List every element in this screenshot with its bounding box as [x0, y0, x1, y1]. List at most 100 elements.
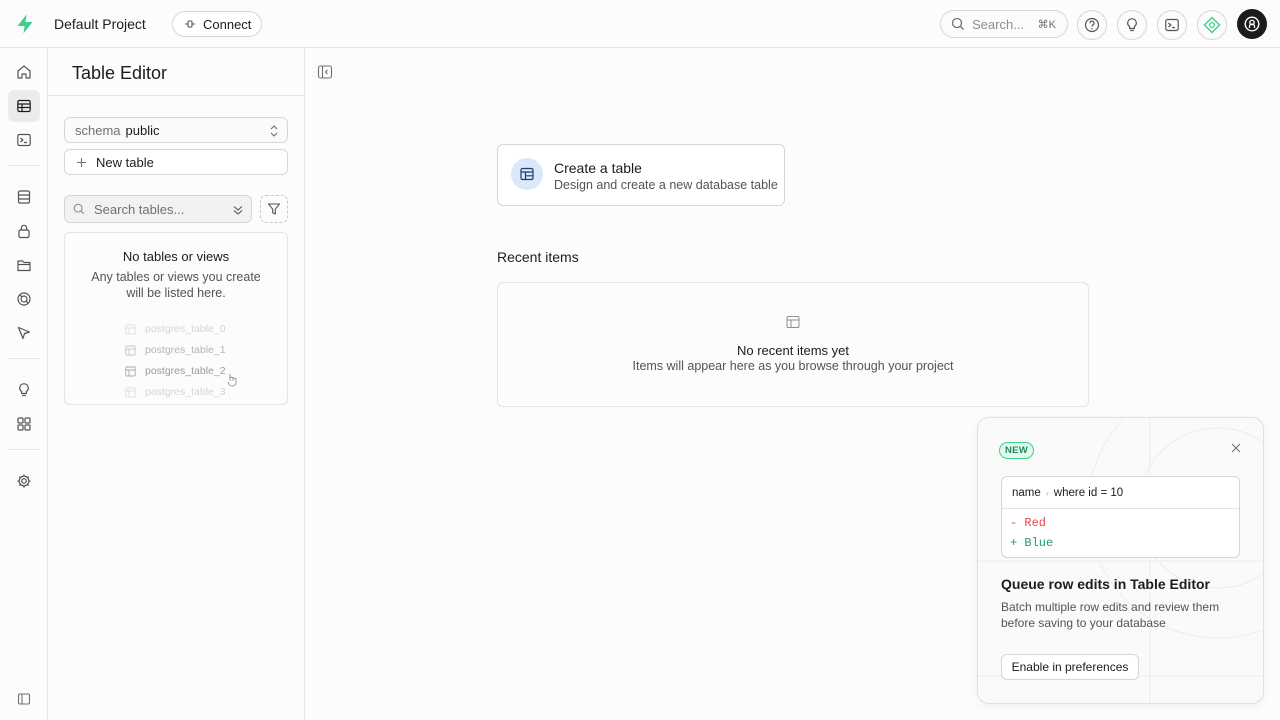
- chevron-right-icon: ›: [1045, 487, 1049, 498]
- recent-empty-subtitle: Items will appear here as you browse thr…: [632, 359, 954, 373]
- settings-icon: [16, 473, 32, 489]
- diff-where: where id = 10: [1053, 486, 1124, 499]
- table-icon: [125, 387, 136, 398]
- diff-column: name: [1012, 486, 1041, 499]
- recent-empty-title: No recent items yet: [737, 343, 849, 358]
- lightbulb-icon: [1124, 17, 1140, 33]
- terminal-button[interactable]: [1157, 10, 1187, 40]
- nav-database[interactable]: [8, 181, 40, 213]
- filter-icon: [267, 202, 281, 216]
- sql-editor-icon: [16, 132, 32, 148]
- feature-preview-button[interactable]: [1117, 10, 1147, 40]
- nav-sql-editor[interactable]: [8, 124, 40, 156]
- new-table-label: New table: [96, 154, 154, 170]
- search-tables-placeholder: Search tables...: [94, 201, 185, 217]
- auth-icon: [16, 223, 32, 239]
- nav-table-editor[interactable]: [8, 90, 40, 122]
- assistant-icon: [1203, 16, 1221, 34]
- schema-label: schema: [75, 122, 121, 138]
- collapse-panel-button[interactable]: [317, 64, 333, 80]
- search-icon: [73, 203, 85, 215]
- nav-integrations[interactable]: [8, 408, 40, 440]
- promo-description: Batch multiple row edits and review them…: [1001, 600, 1220, 630]
- nav-storage[interactable]: [8, 249, 40, 281]
- panel-divider: [48, 95, 304, 96]
- ghost-table-name: postgres_table_3: [145, 386, 226, 398]
- nav-advisors[interactable]: [8, 374, 40, 406]
- empty-tables-state: No tables or views Any tables or views y…: [64, 232, 288, 405]
- nav-collapse[interactable]: [8, 683, 40, 715]
- home-icon: [16, 64, 32, 80]
- create-table-title: Create a table: [554, 160, 642, 176]
- diff-removed-line: - Red: [1010, 516, 1047, 530]
- table-editor-icon: [16, 98, 32, 114]
- create-table-card[interactable]: Create a table Design and create a new d…: [497, 144, 785, 206]
- plus-icon: [76, 157, 87, 168]
- assistant-button[interactable]: [1197, 10, 1227, 40]
- terminal-icon: [1164, 17, 1180, 33]
- ghost-table-item: postgres_table_2: [125, 362, 226, 380]
- plug-icon: [184, 18, 196, 30]
- table-editor-panel: Table Editor schema public New table Sea…: [48, 48, 305, 720]
- feature-promo-card: NEW name › where id = 10 - Red + Blue Qu…: [977, 417, 1264, 704]
- realtime-icon: [16, 291, 32, 307]
- search-icon: [951, 17, 965, 31]
- recent-items-empty-state: No recent items yet Items will appear he…: [497, 282, 1089, 407]
- nav-settings[interactable]: [8, 465, 40, 497]
- table-icon: [786, 315, 800, 329]
- edge-functions-icon: [16, 325, 32, 341]
- cursor-icon: [227, 373, 239, 387]
- create-table-subtitle: Design and create a new database table: [554, 178, 778, 192]
- table-icon: [125, 345, 136, 356]
- panel-left-close-icon: [317, 64, 333, 80]
- enable-in-preferences-button[interactable]: Enable in preferences: [1001, 654, 1139, 680]
- advisors-icon: [16, 382, 32, 398]
- left-navigation: [0, 48, 48, 720]
- global-search-button[interactable]: Search... ⌘K: [940, 10, 1068, 38]
- nav-edge-functions[interactable]: [8, 317, 40, 349]
- integrations-icon: [16, 416, 32, 432]
- ghost-table-name: postgres_table_2: [145, 365, 226, 377]
- promo-title: Queue row edits in Table Editor: [1001, 576, 1210, 592]
- avatar[interactable]: [1237, 9, 1267, 39]
- filter-button[interactable]: [260, 195, 288, 223]
- sidebar-toggle-icon: [17, 692, 31, 706]
- project-name[interactable]: Default Project: [54, 16, 146, 32]
- close-icon[interactable]: [1229, 441, 1243, 455]
- ghost-table-name: postgres_table_1: [145, 344, 226, 356]
- nav-authentication[interactable]: [8, 215, 40, 247]
- help-icon: [1084, 17, 1100, 33]
- nav-home[interactable]: [8, 56, 40, 88]
- diff-header: name › where id = 10: [1002, 477, 1239, 509]
- top-bar: Default Project Connect Search... ⌘K: [0, 0, 1280, 48]
- table-icon: [125, 366, 136, 377]
- global-search-placeholder: Search...: [972, 16, 1025, 32]
- connect-button[interactable]: Connect: [172, 11, 262, 37]
- nav-separator: [8, 449, 40, 450]
- table-icon: [511, 158, 543, 190]
- panel-title: Table Editor: [72, 63, 168, 83]
- supabase-logo-icon[interactable]: [14, 13, 36, 35]
- search-shortcut: ⌘K: [1037, 19, 1056, 31]
- table-icon: [125, 324, 136, 335]
- ghost-table-name: postgres_table_0: [145, 323, 226, 335]
- chevrons-up-down-icon: [269, 124, 279, 138]
- ghost-table-item: postgres_table_0: [125, 320, 226, 338]
- ghost-table-item: postgres_table_3: [125, 383, 226, 401]
- empty-title: No tables or views: [122, 249, 230, 264]
- row-diff-preview: name › where id = 10 - Red + Blue: [1001, 476, 1240, 558]
- search-tables-input[interactable]: Search tables...: [64, 195, 252, 223]
- empty-description: Any tables or views you create will be l…: [91, 270, 261, 300]
- chevrons-down-icon[interactable]: [231, 203, 245, 217]
- nav-separator: [8, 358, 40, 359]
- help-button[interactable]: [1077, 10, 1107, 40]
- ghost-table-item: postgres_table_1: [125, 341, 226, 359]
- schema-value: public: [125, 122, 160, 138]
- nav-separator: [8, 165, 40, 166]
- schema-select[interactable]: schema public: [64, 117, 288, 143]
- diff-added-line: + Blue: [1010, 536, 1054, 550]
- new-badge: NEW: [999, 442, 1035, 459]
- new-table-button[interactable]: New table: [64, 149, 288, 175]
- recent-items-heading: Recent items: [497, 249, 579, 265]
- nav-realtime[interactable]: [8, 283, 40, 315]
